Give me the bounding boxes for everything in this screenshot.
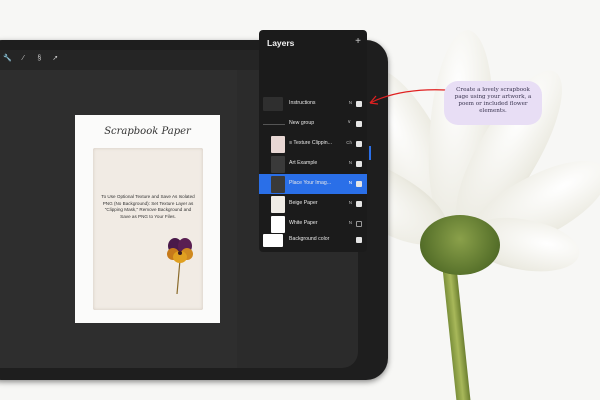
layers-panel-title: Layers [267, 38, 295, 48]
add-layer-button[interactable]: + [355, 36, 361, 47]
scrapbook-paper: Scrapbook Paper To Use Optional Texture … [75, 115, 220, 323]
background-color-swatch [263, 234, 283, 247]
layer-row-texture-clipping[interactable]: ≡ Texture Clippin... Ch [259, 134, 367, 154]
callout-text: Create a lovely scrapbook page using you… [454, 87, 532, 114]
transform-arrow-icon[interactable]: ➚ [51, 54, 59, 62]
selection-icon[interactable]: § [35, 55, 43, 62]
instruction-callout: Create a lovely scrapbook page using you… [444, 81, 542, 125]
beige-paper-sheet: To Use Optional Texture and Save As Isol… [93, 148, 203, 310]
wrench-icon[interactable]: 🔧 [3, 54, 12, 62]
layer-row-instructions[interactable]: Instructions N [259, 94, 367, 114]
layers-panel: Layers + Instructions N New group ∨ ≡ Te… [259, 30, 367, 252]
visibility-checkbox[interactable] [356, 121, 362, 127]
visibility-checkbox[interactable] [356, 161, 362, 167]
paper-title: Scrapbook Paper [104, 126, 191, 137]
layer-row-art-example[interactable]: Art Example N [259, 154, 367, 174]
magic-wand-icon[interactable]: ⁄ [19, 55, 27, 62]
chevron-down-icon[interactable]: ∨ [347, 119, 351, 125]
layer-row-beige-paper[interactable]: Beige Paper N [259, 194, 367, 214]
pansy-flower-icon [167, 238, 193, 294]
red-arrow-icon [369, 89, 447, 105]
visibility-checkbox[interactable] [356, 201, 362, 207]
visibility-checkbox[interactable] [356, 141, 362, 147]
layer-thumbnail [263, 97, 283, 111]
panel-scrollbar[interactable] [369, 146, 371, 160]
layer-thumbnail [271, 196, 285, 213]
visibility-checkbox[interactable] [356, 237, 362, 243]
visibility-checkbox[interactable] [356, 221, 362, 227]
instructions-text: To Use Optional Texture and Save As Isol… [101, 194, 195, 219]
layer-row-background-color[interactable]: Background color [259, 230, 367, 250]
layer-row-place-your-image[interactable]: Place Your Imag... N [259, 174, 367, 194]
flower-center [420, 215, 500, 275]
group-divider [263, 124, 285, 125]
layer-thumbnail [271, 136, 285, 153]
layer-thumbnail [271, 176, 285, 193]
layer-row-new-group[interactable]: New group ∨ [259, 114, 367, 134]
visibility-checkbox[interactable] [356, 181, 362, 187]
layer-thumbnail [271, 156, 285, 173]
